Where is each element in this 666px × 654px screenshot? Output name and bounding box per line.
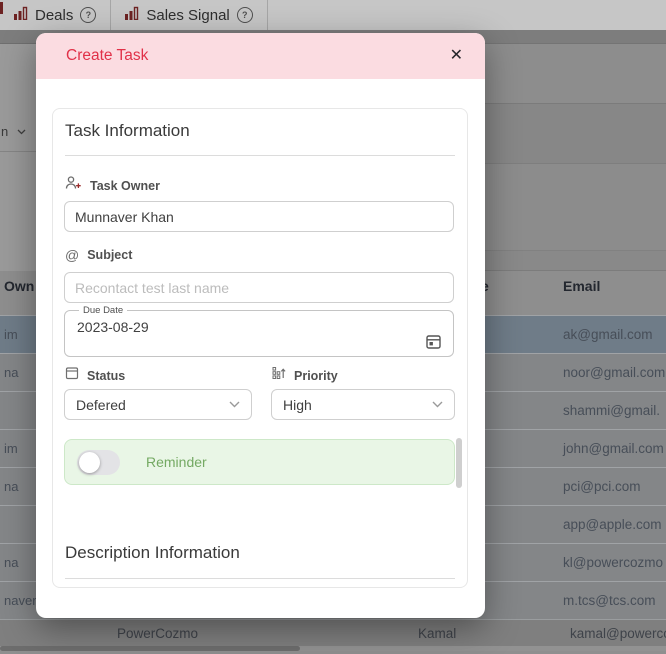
due-date-label: Due Date xyxy=(79,305,127,316)
clipped-tab-icon xyxy=(0,2,3,14)
column-header-owner[interactable]: Own xyxy=(4,278,34,294)
table-row[interactable]: PowerCozmo Kamal kamal@powerco xyxy=(0,619,666,647)
cell-owner: na xyxy=(4,555,18,570)
person-add-icon xyxy=(65,175,82,196)
at-icon: @ xyxy=(65,247,79,263)
bar-chart-icon xyxy=(125,6,139,24)
due-date-input[interactable] xyxy=(75,316,407,335)
priority-selected-value: High xyxy=(283,397,312,413)
priority-icon xyxy=(272,366,286,385)
task-form-card: Task Information Task Owner @ Subject Du… xyxy=(52,108,468,588)
dialog-header: Create Task ✕ xyxy=(36,33,485,79)
divider xyxy=(0,151,36,152)
cell-owner: im xyxy=(4,327,18,342)
dialog-title: Create Task xyxy=(66,47,148,65)
chevron-down-icon xyxy=(17,129,26,135)
priority-select[interactable]: High xyxy=(271,389,455,420)
left-panel: n xyxy=(0,43,36,271)
cell-email: ak@gmail.com xyxy=(563,327,652,342)
create-task-dialog: Create Task ✕ Task Information Task Owne… xyxy=(36,33,485,618)
section-title-task-information: Task Information xyxy=(65,121,190,141)
help-icon[interactable]: ? xyxy=(80,7,96,23)
bar-chart-icon xyxy=(14,6,28,24)
subject-label: Subject xyxy=(87,248,132,262)
tab-label: Sales Signal xyxy=(146,7,229,24)
filter-dropdown[interactable]: n xyxy=(1,124,26,139)
cell-email: shammi@gmail. xyxy=(563,403,660,418)
cell-company: PowerCozmo xyxy=(117,626,198,641)
close-icon[interactable]: ✕ xyxy=(446,46,467,66)
divider xyxy=(65,578,455,579)
cell-email: m.tcs@tcs.com xyxy=(563,593,655,608)
divider xyxy=(65,155,455,156)
tab-sales-signal[interactable]: Sales Signal ? xyxy=(111,0,267,30)
status-label-row: Status xyxy=(65,366,125,385)
status-selected-value: Defered xyxy=(76,397,126,413)
cell-email: app@apple.com xyxy=(563,517,662,532)
chevron-down-icon xyxy=(229,401,240,408)
reminder-toggle[interactable] xyxy=(77,450,120,475)
column-header-email[interactable]: Email xyxy=(563,278,600,294)
cell-email: kl@powercozmo xyxy=(563,555,663,570)
tab-label: Deals xyxy=(35,7,73,24)
priority-label: Priority xyxy=(294,369,338,383)
priority-label-row: Priority xyxy=(272,366,338,385)
cell-owner: na xyxy=(4,479,18,494)
toggle-knob[interactable] xyxy=(79,452,100,473)
task-owner-label-row: Task Owner xyxy=(65,175,160,196)
cell-owner: im xyxy=(4,441,18,456)
cell-email: pci@pci.com xyxy=(563,479,640,494)
cell-email: noor@gmail.com xyxy=(563,365,665,380)
cell-owner: na xyxy=(4,365,18,380)
chevron-down-icon xyxy=(432,401,443,408)
due-date-field[interactable]: Due Date xyxy=(64,305,454,357)
subject-input[interactable] xyxy=(64,272,454,303)
calendar-icon[interactable] xyxy=(425,333,442,355)
status-select[interactable]: Defered xyxy=(64,389,252,420)
task-owner-input[interactable] xyxy=(64,201,454,232)
reminder-panel: Reminder xyxy=(64,439,455,485)
help-icon[interactable]: ? xyxy=(237,7,253,23)
screen: Deals ? Sales Signal ? n Own e Email im … xyxy=(0,0,666,654)
task-owner-label: Task Owner xyxy=(90,179,160,193)
subject-label-row: @ Subject xyxy=(65,247,132,263)
section-title-description-information: Description Information xyxy=(65,543,240,563)
cell-name: Kamal xyxy=(418,626,456,641)
status-label: Status xyxy=(87,369,125,383)
cell-email: kamal@powerco xyxy=(570,626,666,641)
modal-scrollbar-thumb[interactable] xyxy=(456,438,462,488)
status-calendar-icon xyxy=(65,366,79,385)
dropdown-label: n xyxy=(1,124,8,139)
reminder-label: Reminder xyxy=(146,454,207,470)
cell-owner: naver xyxy=(4,593,37,608)
cell-email: john@gmail.com xyxy=(563,441,664,456)
top-tab-bar: Deals ? Sales Signal ? xyxy=(0,0,666,31)
tab-deals[interactable]: Deals ? xyxy=(0,0,111,30)
